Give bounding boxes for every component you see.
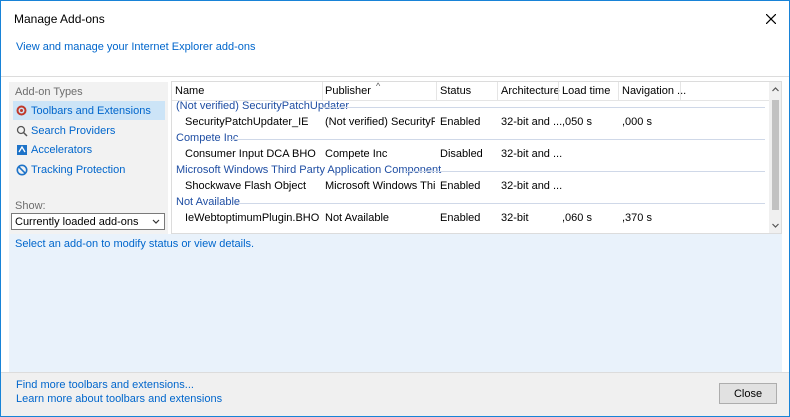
chevron-down-icon[interactable] xyxy=(771,221,780,230)
table-row[interactable]: SecurityPatchUpdater_IE (Not verified) S… xyxy=(172,114,769,131)
table-scrollbar[interactable] xyxy=(769,82,781,233)
close-button[interactable]: Close xyxy=(719,383,777,404)
sidebar-item-label: Search Providers xyxy=(31,124,116,137)
scrollbar-thumb[interactable] xyxy=(772,100,779,210)
group-header: Not Available xyxy=(176,196,241,208)
group-header: Compete Inc xyxy=(176,132,239,144)
show-dropdown-value: Currently loaded add-ons xyxy=(15,215,139,228)
column-header-status[interactable]: Status xyxy=(440,85,471,97)
sidebar-item-toolbars-extensions[interactable]: Toolbars and Extensions xyxy=(13,101,165,120)
addon-types-heading: Add-on Types xyxy=(15,86,83,98)
table-row[interactable]: Shockwave Flash Object Microsoft Windows… xyxy=(172,178,769,195)
column-header-navigation[interactable]: Navigation ... xyxy=(622,85,686,97)
column-header-publisher[interactable]: Publisher xyxy=(325,85,371,97)
footer-bar: Find more toolbars and extensions... Lea… xyxy=(1,372,789,416)
learn-more-link[interactable]: Learn more about toolbars and extensions xyxy=(16,393,222,405)
window-title: Manage Add-ons xyxy=(14,12,105,26)
sidebar-item-accelerators[interactable]: Accelerators xyxy=(13,140,165,159)
chevron-down-icon xyxy=(152,219,160,224)
group-header: (Not verified) SecurityPatchUpdater xyxy=(176,100,350,112)
column-header-architecture[interactable]: Architecture xyxy=(501,85,560,97)
column-header-load-time[interactable]: Load time xyxy=(562,85,610,97)
title-bar: Manage Add-ons xyxy=(1,1,789,37)
search-icon xyxy=(15,124,28,137)
show-label: Show: xyxy=(15,200,46,212)
accelerator-icon xyxy=(15,143,28,156)
header-divider xyxy=(1,76,789,77)
window-close-button[interactable] xyxy=(758,7,784,31)
block-icon xyxy=(15,163,28,176)
sort-arrow-icon: ^ xyxy=(376,81,381,91)
status-text: Select an add-on to modify status or vie… xyxy=(15,238,255,250)
view-manage-link[interactable]: View and manage your Internet Explorer a… xyxy=(16,41,256,53)
sidebar-item-label: Accelerators xyxy=(31,143,93,156)
sidebar-item-search-providers[interactable]: Search Providers xyxy=(13,121,165,140)
chevron-up-icon[interactable] xyxy=(771,85,780,94)
sidebar-item-label: Toolbars and Extensions xyxy=(31,104,151,117)
gear-icon xyxy=(15,104,28,117)
sidebar-item-label: Tracking Protection xyxy=(31,163,126,176)
sidebar-item-tracking-protection[interactable]: Tracking Protection xyxy=(13,160,165,179)
table-row[interactable]: IeWebtoptimumPlugin.BHO Not Available En… xyxy=(172,210,769,227)
table-header: Name Publisher ^ Status Architecture Loa… xyxy=(172,82,769,101)
details-area xyxy=(9,234,782,372)
addons-table: Name Publisher ^ Status Architecture Loa… xyxy=(171,81,782,234)
close-icon xyxy=(766,14,776,24)
show-dropdown[interactable]: Currently loaded add-ons xyxy=(11,213,165,230)
table-row[interactable]: Consumer Input DCA BHO Compete Inc Disab… xyxy=(172,146,769,163)
find-more-link[interactable]: Find more toolbars and extensions... xyxy=(16,379,194,391)
manage-addons-window: Manage Add-ons View and manage your Inte… xyxy=(0,0,790,417)
column-header-name[interactable]: Name xyxy=(175,85,204,97)
group-header: Microsoft Windows Third Party Applicatio… xyxy=(176,164,442,176)
